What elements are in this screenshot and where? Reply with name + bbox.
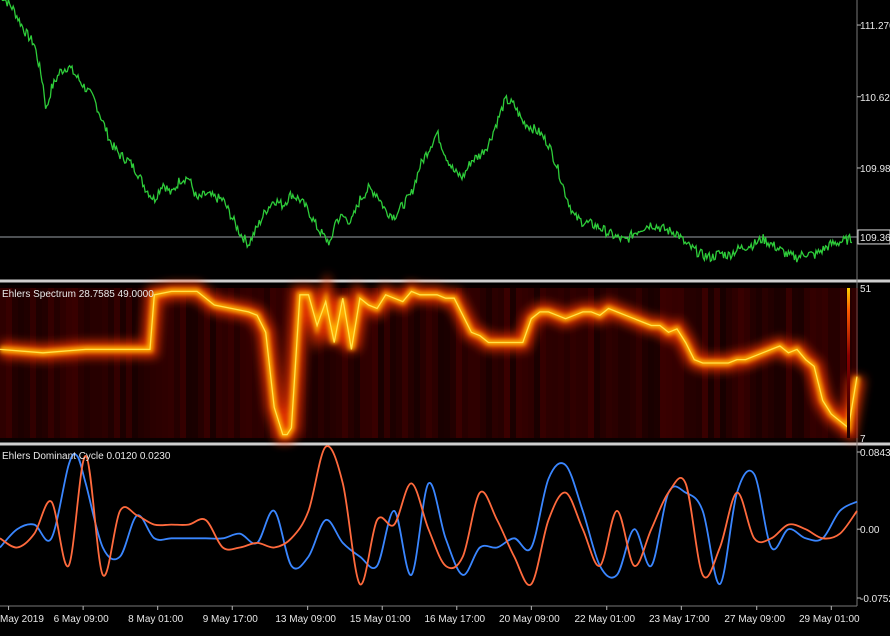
heatmap-column <box>36 288 42 438</box>
spectrum-title: Ehlers Spectrum 28.7585 49.0000 <box>2 289 154 300</box>
heatmap-column <box>42 288 48 438</box>
heatmap-column <box>768 288 774 438</box>
heatmap-column <box>54 288 60 438</box>
price-tick-label: 111.270 <box>860 21 890 32</box>
x-axis-label: 20 May 09:00 <box>499 614 560 625</box>
heatmap-column <box>786 288 792 438</box>
cycle-tick-label: 0.0843 <box>860 448 890 459</box>
x-axis-label: 9 May 17:00 <box>203 614 258 625</box>
heatmap-column <box>486 288 492 438</box>
heatmap-column <box>162 288 168 438</box>
x-axis-label: 16 May 17:00 <box>424 614 485 625</box>
heatmap-column <box>660 288 666 438</box>
heatmap-column <box>474 288 480 438</box>
cycle-title: Ehlers Dominant Cycle 0.0120 0.0230 <box>2 451 171 462</box>
heatmap-column <box>120 288 126 438</box>
heatmap-column <box>762 288 768 438</box>
x-axis-label: 23 May 17:00 <box>649 614 710 625</box>
heatmap-column <box>6 288 12 438</box>
heatmap-column <box>492 288 498 438</box>
cycle-tick-label: 0.00 <box>860 525 880 536</box>
cycle-panel <box>0 447 857 605</box>
heatmap-column <box>774 288 780 438</box>
spectrum-tick-label: 51 <box>860 284 872 295</box>
heatmap-column <box>84 288 90 438</box>
heatmap-column <box>60 288 66 438</box>
heatmap-column <box>510 288 516 438</box>
heatmap-column <box>780 288 786 438</box>
x-axis-label: 29 May 01:00 <box>799 614 860 625</box>
heatmap-column <box>108 288 114 438</box>
heatmap-column <box>432 288 438 438</box>
heatmap-column <box>678 288 684 438</box>
heatmap-column <box>516 288 522 438</box>
heatmap-column <box>444 288 450 438</box>
heatmap-column <box>48 288 54 438</box>
heatmap-column <box>480 288 486 438</box>
heatmap-column <box>666 288 672 438</box>
heatmap-column <box>192 288 198 438</box>
heatmap-column <box>186 288 192 438</box>
heatmap-column <box>408 288 414 438</box>
heatmap-column <box>396 288 402 438</box>
x-axis-label: 15 May 01:00 <box>350 614 411 625</box>
x-axis-label: 22 May 01:00 <box>574 614 635 625</box>
heatmap-column <box>168 288 174 438</box>
heatmap-column <box>438 288 444 438</box>
current-price-label: 109.365 <box>860 233 890 244</box>
price-tick-label: 109.985 <box>860 164 890 175</box>
heatmap-column <box>132 288 138 438</box>
heatmap-column <box>174 288 180 438</box>
heatmap-column <box>498 288 504 438</box>
cycle-tick-label: -0.0752 <box>860 594 890 605</box>
heatmap-column <box>0 288 6 438</box>
heatmap-column <box>504 288 510 438</box>
heatmap-column <box>30 288 36 438</box>
heatmap-column <box>636 288 642 438</box>
heatmap-column <box>180 288 186 438</box>
x-axis-label: May 2019 <box>0 614 44 625</box>
heatmap-column <box>90 288 96 438</box>
x-axis-label: 8 May 01:00 <box>128 614 183 625</box>
heatmap-column <box>126 288 132 438</box>
spectrum-tick-label: 7 <box>860 434 866 445</box>
heatmap-column <box>414 288 420 438</box>
heatmap-column <box>390 288 396 438</box>
heatmap-column <box>78 288 84 438</box>
heatmap-column <box>792 288 798 438</box>
heatmap-column <box>672 288 678 438</box>
heatmap-column <box>654 288 660 438</box>
x-axis-label: 27 May 09:00 <box>724 614 785 625</box>
spectrum-color-scale <box>847 288 850 438</box>
heatmap-column <box>648 288 654 438</box>
heatmap-column <box>66 288 72 438</box>
heatmap-column <box>114 288 120 438</box>
heatmap-column <box>138 288 144 438</box>
heatmap-column <box>24 288 30 438</box>
heatmap-column <box>198 288 204 438</box>
heatmap-column <box>12 288 18 438</box>
heatmap-column <box>522 288 528 438</box>
heatmap-column <box>96 288 102 438</box>
x-axis-label: 13 May 09:00 <box>275 614 336 625</box>
heatmap-column <box>642 288 648 438</box>
heatmap-column <box>426 288 432 438</box>
chart-canvas: 111.270 110.625 109.985 109.365 51 7 0.0843… <box>0 0 890 625</box>
x-axis-label: 6 May 09:00 <box>54 614 109 625</box>
heatmap-column <box>102 288 108 438</box>
heatmap-column <box>72 288 78 438</box>
heatmap-column <box>420 288 426 438</box>
price-tick-label: 110.625 <box>860 93 890 104</box>
heatmap-column <box>18 288 24 438</box>
